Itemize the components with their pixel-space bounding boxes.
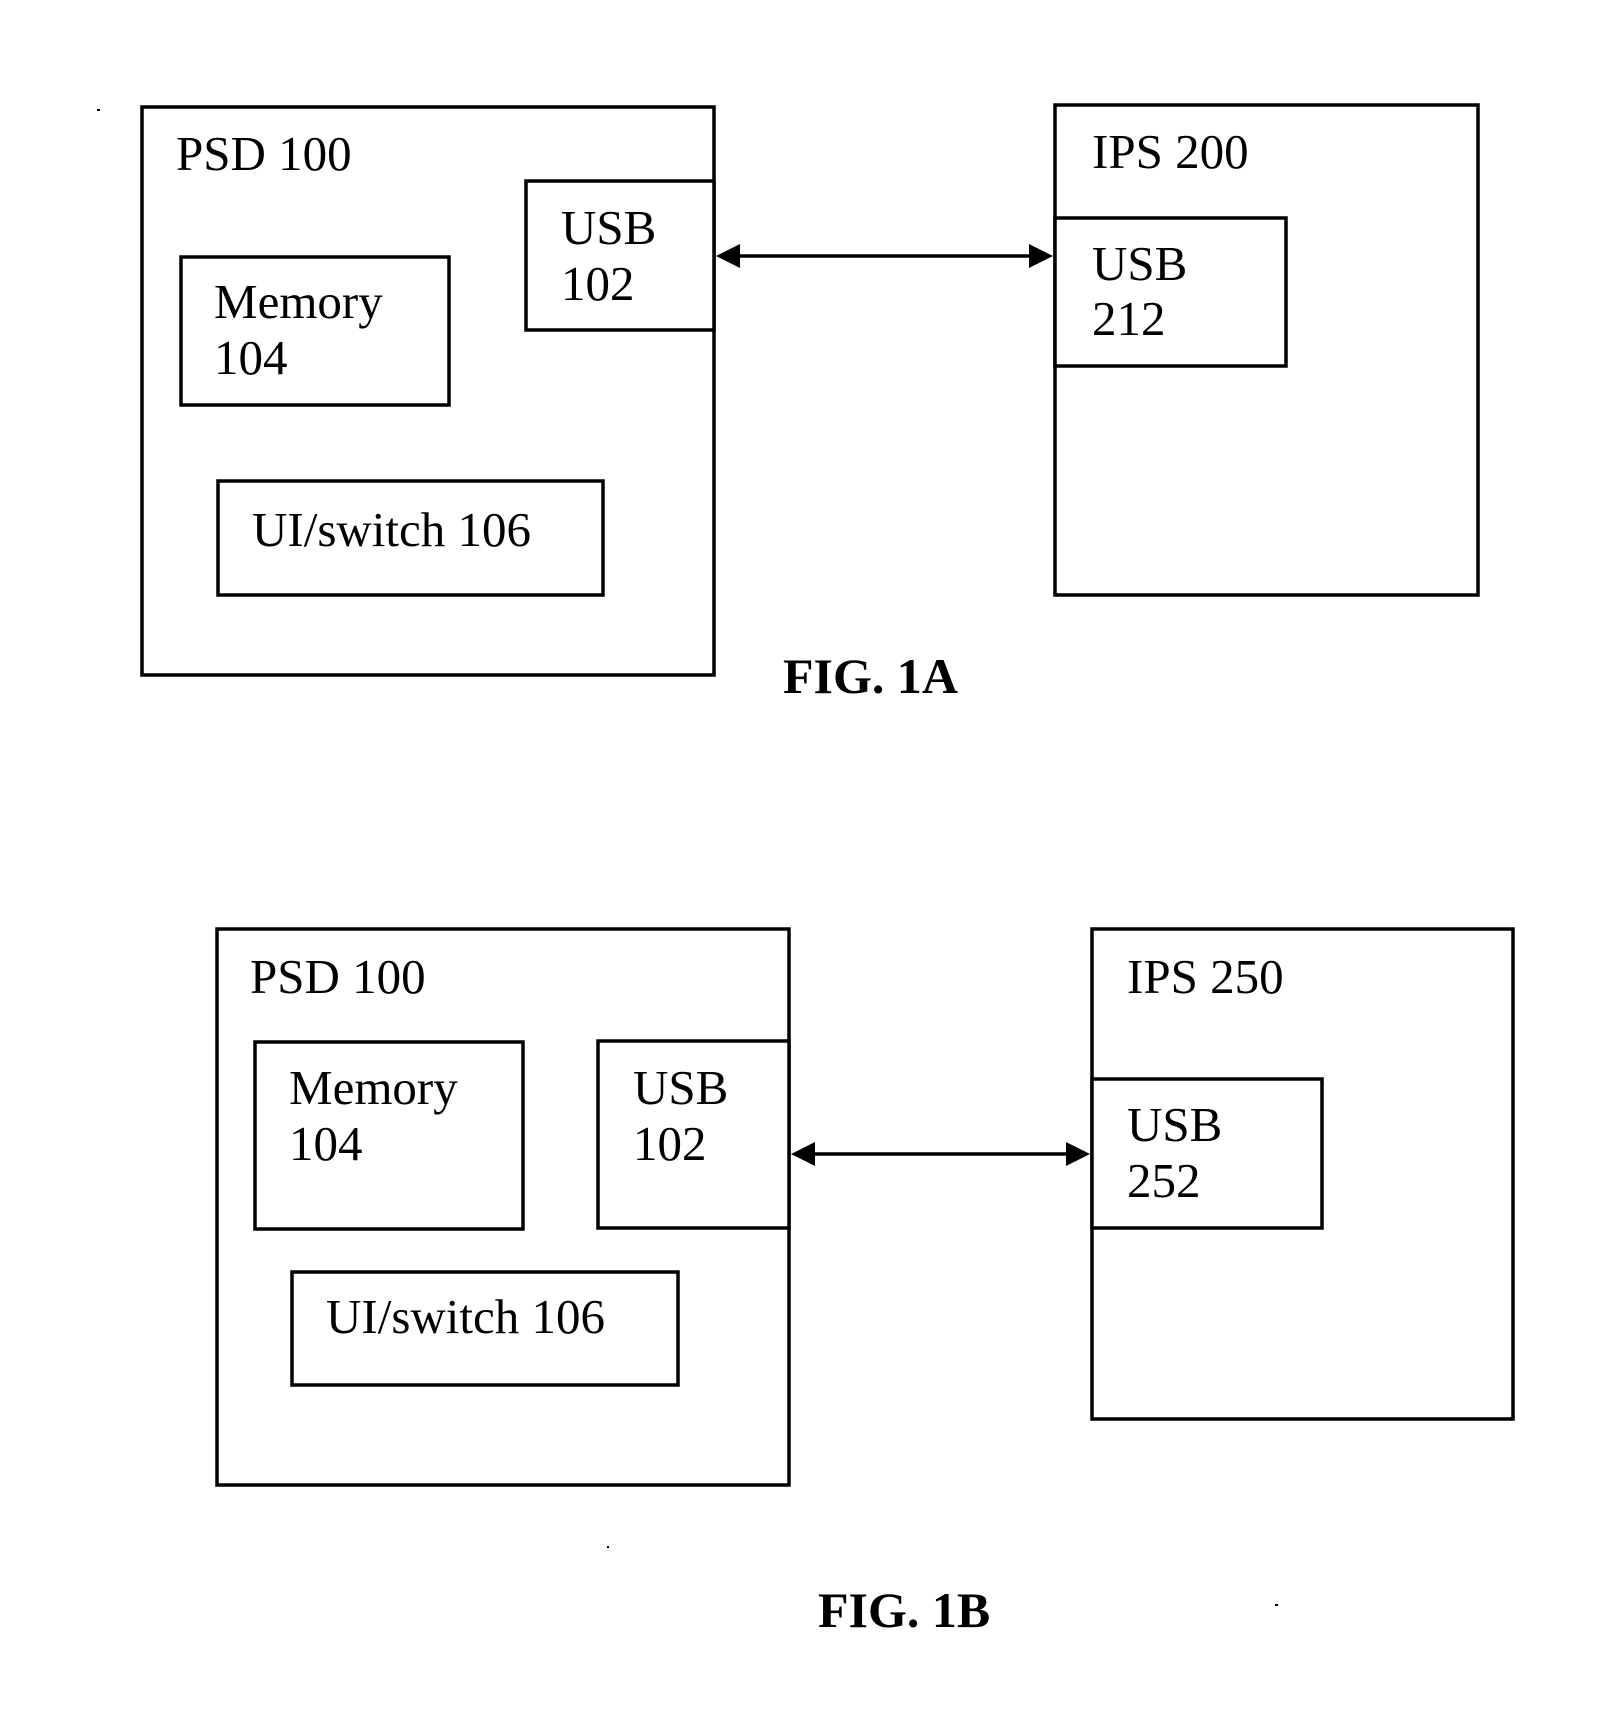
figure-caption: FIG. 1B	[818, 1582, 990, 1638]
psd-usb-port-box: USB 102	[596, 1039, 791, 1230]
usb-connection-arrow	[716, 244, 1053, 268]
memory-label-line1: Memory	[289, 1060, 458, 1115]
ips-title: IPS 200	[1092, 124, 1249, 179]
arrowhead-left-icon	[791, 1142, 815, 1166]
ips-usb-label-line2: 252	[1127, 1153, 1201, 1208]
arrowhead-right-icon	[1029, 244, 1053, 268]
scan-speck	[97, 109, 100, 111]
memory-box: Memory 104	[179, 255, 451, 407]
psd-title: PSD 100	[176, 126, 352, 181]
ips-title: IPS 250	[1127, 949, 1284, 1004]
psd-usb-label-line1: USB	[633, 1060, 728, 1115]
psd-device-box: PSD 100 USB 102 Memory 104 UI/switch 106	[140, 105, 716, 677]
arrowhead-left-icon	[716, 244, 740, 268]
usb-connection-arrow	[791, 1142, 1090, 1166]
ui-switch-label: UI/switch 106	[326, 1289, 605, 1344]
psd-usb-label-line2: 102	[633, 1116, 707, 1171]
figure-1b: PSD 100 Memory 104 USB 102 UI/switch 106…	[215, 927, 1515, 1638]
ips-usb-port-box: USB 212	[1053, 216, 1288, 368]
ui-switch-label: UI/switch 106	[252, 502, 531, 557]
ips-host-box: IPS 200 USB 212	[1053, 103, 1480, 597]
patent-figure-sheet: PSD 100 USB 102 Memory 104 UI/switch 106…	[97, 103, 1515, 1638]
memory-box: Memory 104	[253, 1040, 525, 1231]
ips-usb-port-box: USB 252	[1090, 1077, 1324, 1230]
ui-switch-box: UI/switch 106	[216, 479, 605, 597]
ips-usb-label-line1: USB	[1127, 1097, 1222, 1152]
scan-speck	[1275, 1604, 1278, 1606]
psd-usb-port-box: USB 102	[524, 179, 716, 332]
scan-speck	[607, 1546, 609, 1548]
ips-usb-label-line2: 212	[1092, 291, 1166, 346]
memory-label-line2: 104	[214, 330, 288, 385]
psd-usb-label-line1: USB	[561, 200, 656, 255]
ips-host-box: IPS 250 USB 252	[1090, 927, 1515, 1421]
psd-usb-label-line2: 102	[561, 256, 635, 311]
memory-label-line1: Memory	[214, 274, 383, 329]
ips-usb-label-line1: USB	[1092, 236, 1187, 291]
psd-device-box: PSD 100 Memory 104 USB 102 UI/switch 106	[215, 927, 791, 1487]
ui-switch-box: UI/switch 106	[290, 1270, 680, 1387]
arrowhead-right-icon	[1066, 1142, 1090, 1166]
figure-1a: PSD 100 USB 102 Memory 104 UI/switch 106…	[140, 103, 1480, 704]
figure-caption: FIG. 1A	[783, 648, 958, 704]
memory-label-line2: 104	[289, 1116, 363, 1171]
psd-title: PSD 100	[250, 949, 426, 1004]
